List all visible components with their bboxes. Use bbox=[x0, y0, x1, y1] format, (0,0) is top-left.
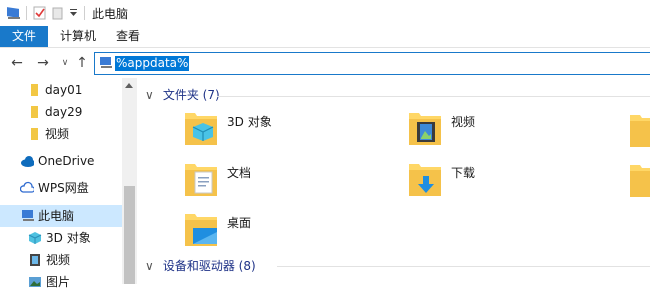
nav-item-wps-drive[interactable]: WPS网盘 bbox=[0, 177, 122, 199]
group-header-devices[interactable]: ∨ 设备和驱动器 (8) bbox=[145, 257, 256, 275]
nav-item-label: day01 bbox=[45, 83, 83, 97]
tab-file[interactable]: 文件 bbox=[0, 26, 48, 47]
ribbon-tabs: 文件 计算机 查看 bbox=[0, 26, 650, 48]
navigation-pane: day01 day29 视频 OneDrive WPS网盘 此电脑 3D 对象 … bbox=[0, 78, 122, 289]
nav-item-label: OneDrive bbox=[38, 154, 95, 168]
cloud-icon bbox=[21, 156, 34, 167]
forward-button[interactable]: → bbox=[36, 55, 50, 71]
nav-item-this-pc[interactable]: 此电脑 bbox=[0, 205, 122, 227]
properties-icon[interactable] bbox=[32, 5, 48, 21]
title-bar: 此电脑 bbox=[0, 0, 650, 26]
folder-3d-icon bbox=[185, 113, 217, 145]
folder-desktop-icon bbox=[185, 214, 217, 246]
nav-item-label: WPS网盘 bbox=[38, 181, 89, 195]
recent-locations-chevron-icon[interactable]: ∨ bbox=[58, 55, 72, 71]
chevron-down-icon[interactable] bbox=[68, 5, 80, 21]
window-title: 此电脑 bbox=[92, 7, 129, 21]
folder-item-label: 视频 bbox=[451, 115, 476, 129]
folder-icon bbox=[31, 84, 38, 96]
nav-item-label: 此电脑 bbox=[38, 209, 75, 223]
scroll-up-icon[interactable] bbox=[125, 83, 133, 88]
nav-item-pictures[interactable]: 图片 bbox=[0, 271, 122, 293]
folder-item-documents[interactable]: 文档 bbox=[181, 160, 381, 206]
new-folder-icon[interactable] bbox=[52, 5, 64, 21]
navigation-scrollbar[interactable] bbox=[122, 78, 137, 284]
nav-item-label: day29 bbox=[45, 105, 83, 119]
chevron-down-icon: ∨ bbox=[145, 88, 154, 102]
nav-item-label: 图片 bbox=[46, 275, 71, 289]
scrollbar-thumb[interactable] bbox=[124, 186, 135, 284]
folder-item-label: 桌面 bbox=[227, 216, 252, 230]
folder-item-videos[interactable]: 视频 bbox=[405, 109, 605, 155]
address-bar[interactable]: %appdata% bbox=[94, 52, 650, 75]
address-row: ← → ∨ ↑ %appdata% bbox=[0, 48, 650, 78]
folder-item-label: 3D 对象 bbox=[227, 115, 272, 129]
folder-item-3d-objects[interactable]: 3D 对象 bbox=[181, 109, 381, 155]
folder-icon[interactable] bbox=[628, 111, 650, 151]
cube-icon bbox=[28, 232, 42, 244]
folder-docs-icon bbox=[185, 164, 217, 196]
content-pane: ∨ 文件夹 (7) 3D 对象 视频 文档 下载 桌面 ∨ 设备和驱动器 (8) bbox=[137, 78, 650, 284]
nav-item-3d-objects[interactable]: 3D 对象 bbox=[0, 227, 122, 249]
folder-download-icon bbox=[409, 164, 441, 196]
chevron-down-icon: ∨ bbox=[145, 259, 154, 273]
video-icon bbox=[30, 254, 40, 266]
separator bbox=[26, 6, 27, 20]
group-header-folders[interactable]: ∨ 文件夹 (7) bbox=[145, 86, 220, 104]
folder-icon[interactable] bbox=[628, 161, 650, 201]
folder-item-downloads[interactable]: 下载 bbox=[405, 160, 605, 206]
folder-item-label: 下载 bbox=[451, 166, 476, 180]
separator bbox=[84, 6, 85, 20]
group-header-label: 文件夹 (7) bbox=[162, 88, 220, 102]
nav-item-day01[interactable]: day01 bbox=[0, 79, 122, 101]
picture-icon bbox=[29, 277, 41, 287]
computer-icon bbox=[100, 57, 112, 68]
nav-item-videos-folder[interactable]: 视频 bbox=[0, 123, 122, 145]
nav-item-label: 视频 bbox=[45, 127, 70, 141]
computer-icon bbox=[22, 210, 34, 221]
tab-view[interactable]: 查看 bbox=[106, 26, 150, 47]
cloud-outline-icon bbox=[20, 181, 34, 193]
group-divider bbox=[277, 266, 650, 267]
nav-item-label: 视频 bbox=[46, 253, 71, 267]
folder-video-icon bbox=[409, 113, 441, 145]
folder-item-label: 文档 bbox=[227, 166, 252, 180]
group-divider bbox=[217, 96, 650, 97]
nav-item-videos[interactable]: 视频 bbox=[0, 249, 122, 271]
address-input[interactable]: %appdata% bbox=[115, 56, 190, 71]
up-button[interactable]: ↑ bbox=[75, 55, 89, 71]
group-header-label: 设备和驱动器 (8) bbox=[162, 259, 256, 273]
folder-icon bbox=[31, 128, 38, 140]
tab-computer[interactable]: 计算机 bbox=[52, 26, 104, 47]
nav-item-onedrive[interactable]: OneDrive bbox=[0, 150, 122, 172]
folder-icon bbox=[31, 106, 38, 118]
folder-item-desktop[interactable]: 桌面 bbox=[181, 210, 381, 256]
nav-item-day29[interactable]: day29 bbox=[0, 101, 122, 123]
computer-icon bbox=[7, 7, 20, 19]
nav-item-label: 3D 对象 bbox=[46, 231, 91, 245]
back-button[interactable]: ← bbox=[10, 55, 24, 71]
